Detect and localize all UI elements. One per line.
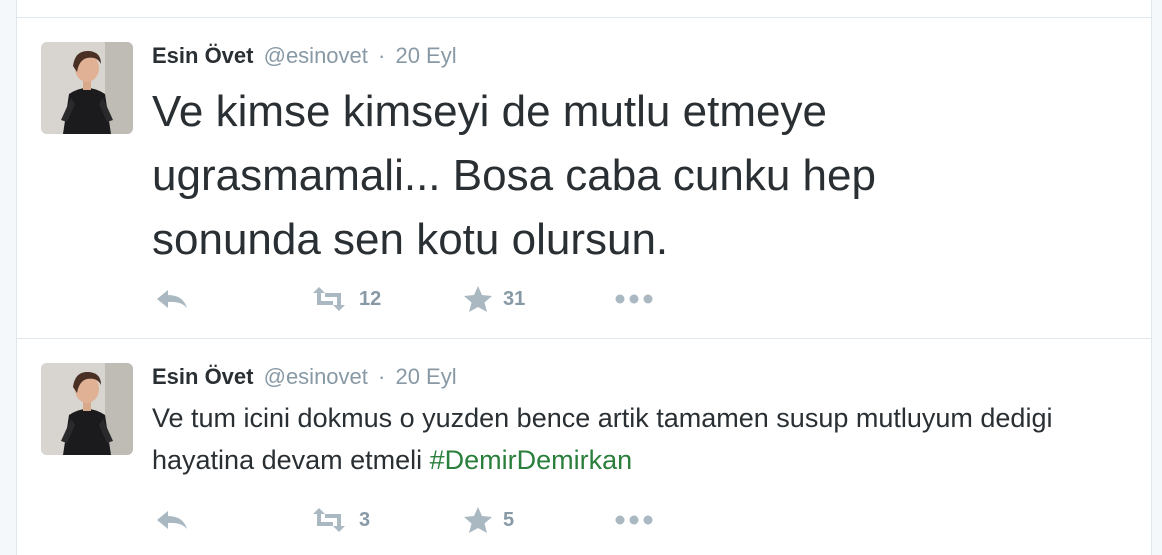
retweet-count: 12 <box>359 287 382 310</box>
avatar[interactable] <box>41 363 133 455</box>
more-icon <box>615 515 653 525</box>
tweet[interactable]: Esin Övet @esinovet · 20 Eyl Ve kimse ki… <box>17 18 1151 339</box>
more-button[interactable] <box>615 284 653 314</box>
tweet-text: Ve kimse kimseyi de mutlu etmeye ugrasma… <box>152 80 1052 272</box>
tweet-timestamp[interactable]: 20 Eyl <box>395 43 456 68</box>
favorite-count: 5 <box>503 508 515 531</box>
reply-icon <box>155 509 189 531</box>
user-handle[interactable]: @esinovet <box>264 43 368 68</box>
more-button[interactable] <box>615 505 653 535</box>
retweet-count: 3 <box>359 508 371 531</box>
retweet-icon <box>309 508 349 532</box>
previous-tweet-edge <box>17 0 1151 18</box>
star-icon <box>463 506 493 534</box>
favorite-count: 31 <box>503 287 526 310</box>
user-name[interactable]: Esin Övet <box>152 43 253 68</box>
reply-icon <box>155 288 189 310</box>
retweet-button[interactable]: 12 <box>309 284 381 314</box>
user-handle[interactable]: @esinovet <box>264 364 368 389</box>
hashtag-link[interactable]: #DemirDemirkan <box>430 445 633 475</box>
tweet-text-body: Ve kimse kimseyi de mutlu etmeye ugrasma… <box>152 87 876 264</box>
user-name[interactable]: Esin Övet <box>152 364 253 389</box>
tweet-header: Esin Övet @esinovet · 20 Eyl <box>152 42 457 70</box>
more-icon <box>615 294 653 304</box>
tweet-timestamp[interactable]: 20 Eyl <box>395 364 456 389</box>
retweet-button[interactable]: 3 <box>309 505 370 535</box>
timeline: Esin Övet @esinovet · 20 Eyl Ve kimse ki… <box>16 0 1152 555</box>
separator-dot: · <box>378 364 386 389</box>
tweet[interactable]: Esin Övet @esinovet · 20 Eyl Ve tum icin… <box>17 339 1151 555</box>
separator-dot: · <box>378 43 386 68</box>
star-icon <box>463 285 493 313</box>
tweet-actions: 12 31 <box>155 284 715 314</box>
retweet-icon <box>309 287 349 311</box>
tweet-text: Ve tum icini dokmus o yuzden bence artik… <box>152 397 1132 481</box>
reply-button[interactable] <box>155 505 189 535</box>
tweet-header: Esin Övet @esinovet · 20 Eyl <box>152 363 457 391</box>
favorite-button[interactable]: 5 <box>463 505 514 535</box>
reply-button[interactable] <box>155 284 189 314</box>
tweet-actions: 3 5 <box>155 505 715 535</box>
favorite-button[interactable]: 31 <box>463 284 525 314</box>
avatar[interactable] <box>41 42 133 134</box>
